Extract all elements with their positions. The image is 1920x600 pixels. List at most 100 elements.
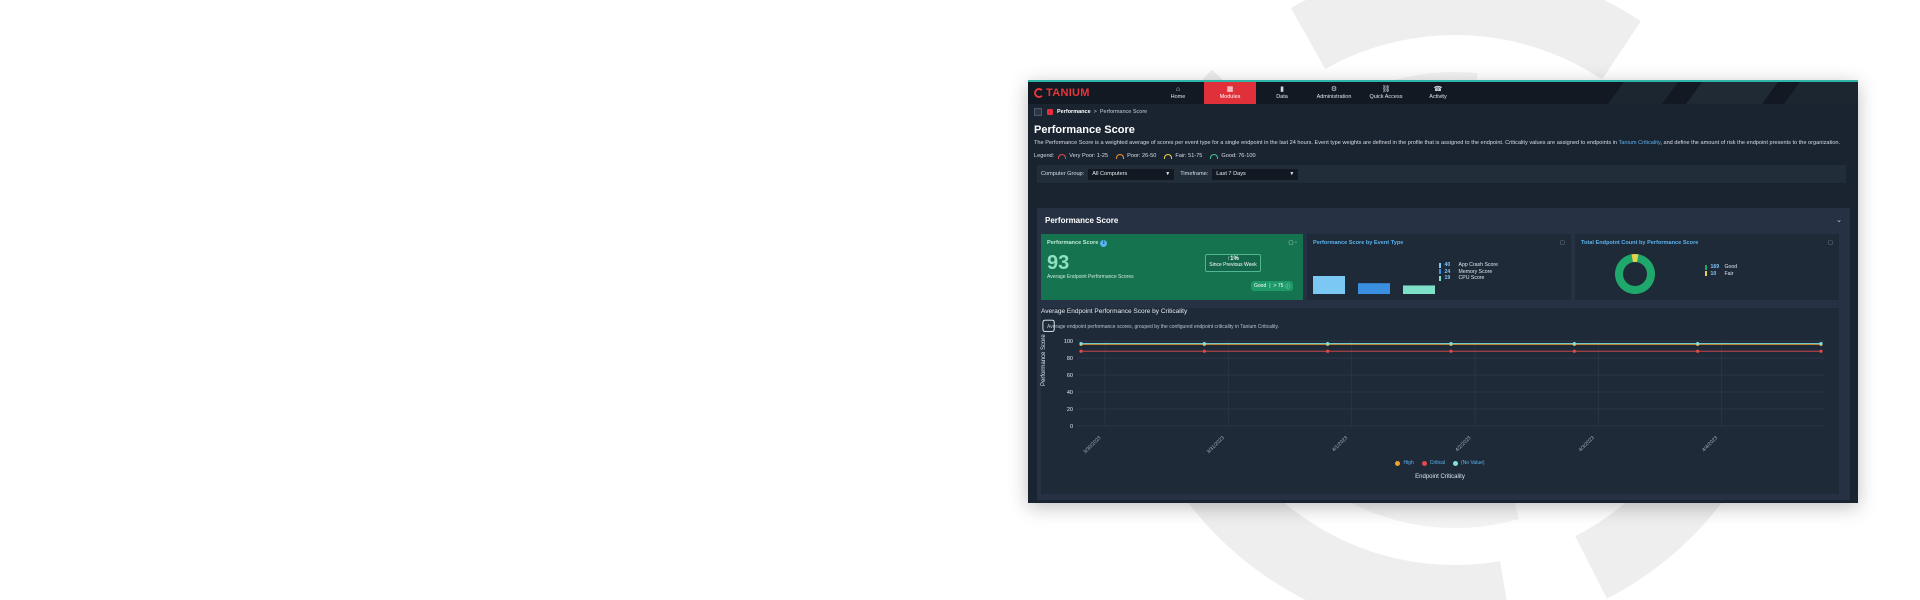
nav-activity[interactable]: ☎ Activity [1412,82,1464,104]
x-tick-label: 4/1/2023 [1331,435,1349,453]
nav-items: ⌂ Home ▦ Modules ▮ Data ⚙ Administration ⛓ Quick … [1152,82,1464,104]
data-point[interactable] [1449,341,1453,346]
endpoint-count-card: Total Endpoint Count by Performance Scor… [1575,234,1839,300]
x-axis-title: Endpoint Criticality [1415,474,1465,480]
page-description: The Performance Score is a weighted aver… [1034,140,1841,146]
criticality-chart-card: Average Endpoint Performance Score by Cr… [1041,308,1839,494]
x-tick-label: 4/2/2023 [1454,435,1472,453]
card-actions-icon[interactable]: ▢ ◦ [1288,240,1297,246]
tanium-criticality-link[interactable]: Tanium Criticality [1618,140,1660,146]
nav-administration[interactable]: ⚙ Administration [1308,82,1360,104]
computer-group-label: Computer Group: [1041,171,1085,177]
tanium-logo[interactable]: TANIUM [1034,87,1146,99]
chevron-down-icon: ▼ [1289,171,1295,177]
nav-label: Administration [1316,94,1352,100]
data-point[interactable] [1819,341,1823,346]
timeframe-select[interactable]: Last 7 Days ▼ [1212,168,1299,180]
breadcrumb-separator: > [1093,109,1097,115]
gauge-icon [1058,153,1067,159]
x-tick-label: 3/30/2023 [1082,435,1102,455]
status-badge: Good | > 75 ⓘ [1251,281,1294,291]
sidebar-toggle-icon[interactable] [1034,108,1042,116]
score-legend: Legend: Very Poor: 1-25 Poor: 26-50 Fair: … [1034,153,1256,159]
tanium-logo-icon [1034,88,1044,98]
nav-home[interactable]: ⌂ Home [1152,82,1204,104]
score-value: 93 [1047,252,1070,274]
data-point[interactable] [1819,349,1823,353]
modules-grid-icon: ▦ [1226,86,1234,93]
activity-icon: ☎ [1433,86,1443,93]
y-tick-label: 0 [1070,424,1073,430]
gear-icon: ⚙ [1330,86,1338,93]
gauge-icon [1210,153,1219,159]
breadcrumb-module-link[interactable]: Performance [1057,109,1091,115]
data-point[interactable] [1326,349,1330,353]
nav-label: Quick Access [1369,94,1403,100]
y-tick-label: 20 [1067,407,1073,413]
data-point[interactable] [1079,349,1083,353]
x-tick-label: 4/3/2023 [1578,435,1596,453]
x-tick-label: 3/31/2023 [1206,435,1226,455]
page-title: Performance Score [1034,124,1135,136]
timeframe-label: Timeframe: [1180,171,1209,177]
legend-item[interactable]: High [1395,460,1414,466]
nav-data[interactable]: ▮ Data [1256,82,1308,104]
data-point[interactable] [1696,349,1700,353]
performance-score-panel: Performance Score ⌄ Performance Score i ▢… [1037,208,1850,500]
nav-label: Home [1170,94,1186,100]
info-icon[interactable]: i [1100,240,1108,247]
y-tick-label: 40 [1067,390,1073,396]
nav-label: Modules [1219,94,1241,100]
performance-score-card: Performance Score i ▢ ◦ 93 Average Endpoi… [1041,234,1303,300]
legend-row: 10 Fair [1705,271,1737,278]
nav-modules[interactable]: ▦ Modules [1204,82,1256,104]
data-point[interactable] [1572,341,1576,346]
breadcrumb-current-page: Performance Score [1099,109,1148,115]
data-point[interactable] [1202,341,1206,346]
nav-label: Activity [1429,94,1447,100]
collapse-chevron-icon[interactable]: ⌄ [1836,216,1842,224]
home-icon: ⌂ [1175,86,1181,93]
score-change-badge: ↑1% Since Previous Week [1205,254,1261,272]
panel-title: Performance Score [1045,216,1119,225]
header-decoration [1608,82,1858,104]
y-tick-label: 80 [1067,356,1073,362]
legend-item[interactable]: Critical [1421,460,1445,466]
data-point[interactable] [1202,349,1206,353]
x-tick-label: 4/4/2023 [1701,435,1719,453]
legend-item[interactable]: (No Value) [1453,460,1485,466]
data-point[interactable] [1079,341,1083,346]
y-tick-label: 60 [1067,373,1073,379]
legend-item: Fair: 51-75 [1164,153,1202,159]
event-bar[interactable] [1313,276,1345,294]
link-icon: ⛓ [1381,86,1391,93]
event-bar[interactable] [1403,285,1435,294]
computer-group-select[interactable]: All Computers ▼ [1088,168,1175,180]
data-bars-icon: ▮ [1280,86,1284,93]
top-navigation: TANIUM ⌂ Home ▦ Modules ▮ Data ⚙ Administration… [1028,82,1858,104]
criticality-line-chart: 0 20 40 60 80 100 3/30/2023 3/31/2023 4/1/2023 4/… [1064,339,1825,455]
event-type-card: Performance Score by Event Type ▢ 40 App … [1307,234,1571,300]
data-point[interactable] [1326,341,1330,346]
data-point[interactable] [1696,341,1700,346]
line-chart-legend: High Critical (No Value) [1041,460,1839,466]
data-point[interactable] [1572,349,1576,353]
nav-label: Data [1276,94,1288,100]
event-type-legend: 40 App Crash Score 24 Memory Score 19 CPU Sco… [1439,262,1498,282]
event-bar[interactable] [1358,283,1390,294]
info-icon: ⓘ [1285,283,1291,290]
nav-quick-access[interactable]: ⛓ Quick Access [1360,82,1412,104]
endpoint-count-legend: 169 Good 10 Fair [1705,264,1737,277]
legend-item: Poor: 26-50 [1116,153,1156,159]
chevron-down-icon: ▼ [1165,171,1171,177]
legend-row: 19 CPU Score [1439,275,1498,282]
breadcrumb: Performance > Performance Score [1028,104,1858,120]
performance-module-icon [1047,109,1053,115]
filter-bar: Computer Group: All Computers ▼ Timeframe… [1037,165,1846,183]
score-subtitle: Average Endpoint Performance Scores [1047,274,1134,280]
gauge-icon [1164,153,1173,159]
data-point[interactable] [1449,349,1453,353]
legend-item: Very Poor: 1-25 [1058,153,1108,159]
y-tick-label: 100 [1064,339,1073,345]
tanium-app-window: TANIUM ⌂ Home ▦ Modules ▮ Data ⚙ Administration… [1028,80,1858,503]
